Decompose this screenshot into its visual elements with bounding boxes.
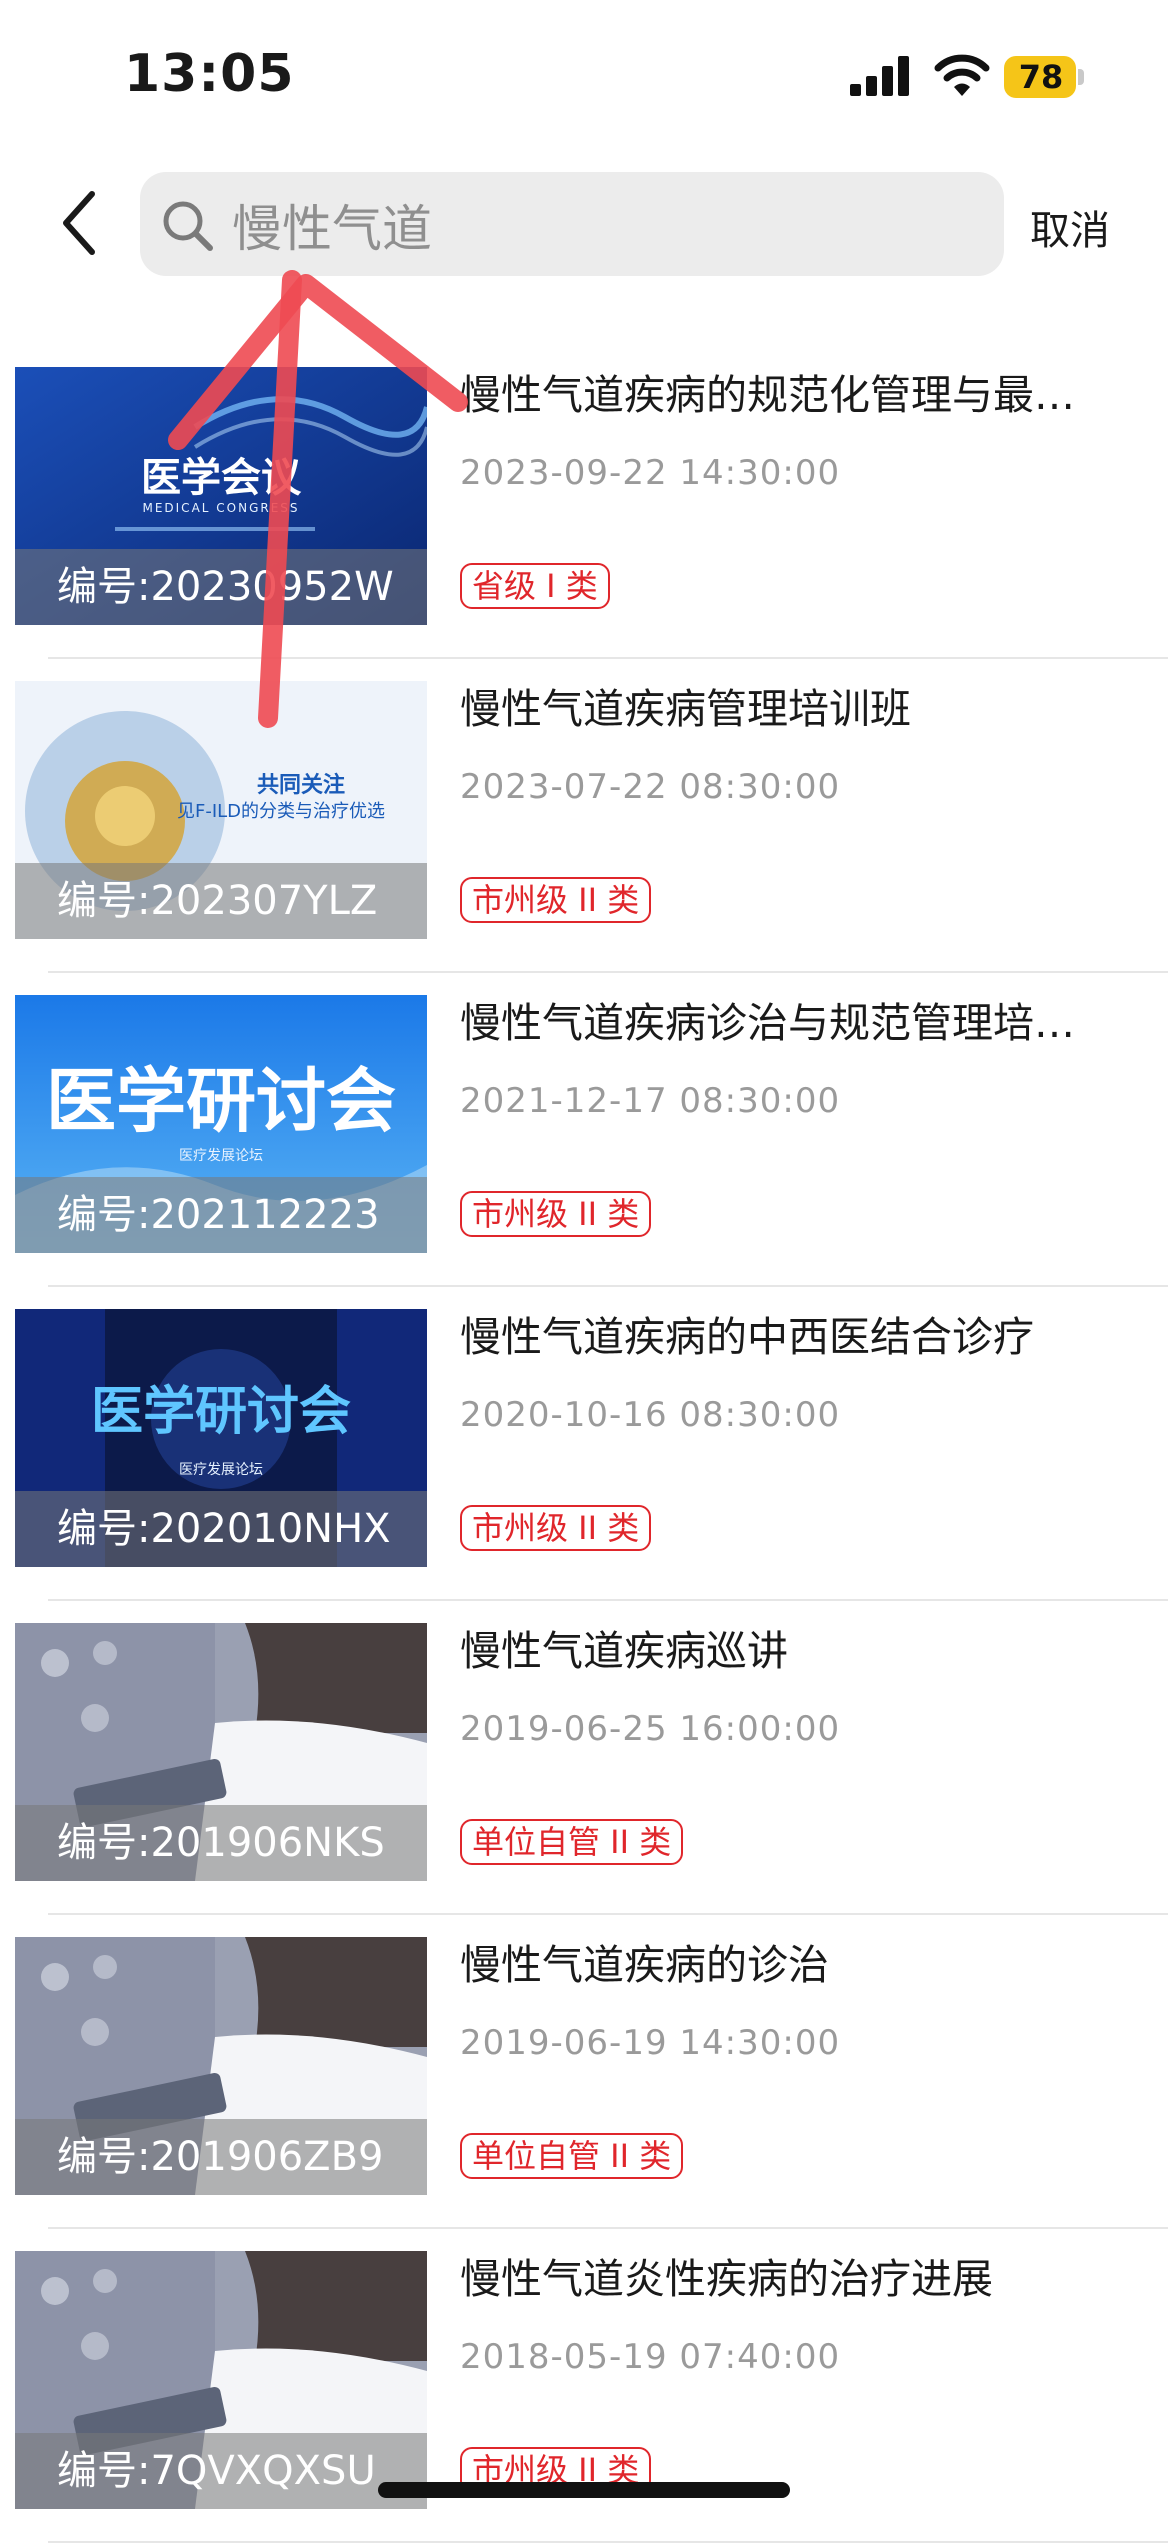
list-item[interactable]: 共同关注见F-ILD的分类与治疗优选编号:202307YLZ 慢性气道疾病管理培训… [0,659,1168,973]
status-bar: 13:05 78 [0,0,1168,150]
credit-level-badge: 市州级 II 类 [460,1191,652,1237]
item-title: 慢性气道疾病的诊治 [460,1941,829,1989]
item-date: 2019-06-19 14:30:00 [460,2023,841,2063]
search-icon [163,201,213,251]
item-thumbnail: 医学研讨会医疗发展论坛编号:202010NHX [15,1309,427,1567]
thumbnail-subheading: MEDICAL CONGRESS [142,501,300,515]
list-item[interactable]: 医学研讨会医疗发展论坛编号:202010NHX 慢性气道疾病的中西医结合诊疗 202… [0,1287,1168,1601]
wifi-icon [934,54,990,96]
item-date: 2018-05-19 07:40:00 [460,2337,841,2377]
item-code-label: 编号:201906ZB9 [15,2119,427,2195]
item-date: 2023-07-22 08:30:00 [460,767,841,807]
search-input[interactable] [230,186,974,264]
item-code-label: 编号:202112223 [15,1177,427,1253]
item-date: 2019-06-25 16:00:00 [460,1709,841,1749]
item-title: 慢性气道疾病的中西医结合诊疗 [460,1313,1034,1361]
thumbnail-subheading: 医疗发展论坛 [179,1462,263,1478]
thumbnail-heading: 医学研讨会 [90,1382,351,1442]
item-title: 慢性气道疾病巡讲 [460,1627,788,1675]
item-title: 慢性气道疾病的规范化管理与最… [460,371,1075,419]
item-thumbnail: 编号:7QVXQXSU [15,2251,427,2509]
status-time: 13:05 [124,44,295,104]
item-thumbnail: 医学会议 MEDICAL CONGRESS 编号:20230952W [15,367,427,625]
item-code-label: 编号:201906NKS [15,1805,427,1881]
item-date: 2020-10-16 08:30:00 [460,1395,841,1435]
item-date: 2023-09-22 14:30:00 [460,453,841,493]
item-thumbnail: 医学研讨会医疗发展论坛编号:202112223 [15,995,427,1253]
item-thumbnail: 共同关注见F-ILD的分类与治疗优选编号:202307YLZ [15,681,427,939]
credit-level-badge: 单位自管 II 类 [460,1819,684,1865]
item-code-label: 编号:7QVXQXSU [15,2433,427,2509]
home-indicator [378,2482,790,2498]
chevron-left-icon[interactable] [56,188,100,258]
thumbnail-subheading: 见F-ILD的分类与治疗优选 [176,801,386,822]
battery-level: 78 [1018,58,1064,96]
search-header: 取消 [0,160,1168,290]
search-box[interactable] [140,172,1004,276]
cancel-button[interactable]: 取消 [1030,198,1110,256]
thumbnail-heading: 医学研讨会 [46,1060,396,1142]
item-title: 慢性气道疾病诊治与规范管理培… [460,999,1075,1047]
item-thumbnail: 编号:201906NKS [15,1623,427,1881]
cellular-signal-icon [850,56,909,96]
list-item[interactable]: 医学研讨会医疗发展论坛编号:202112223 慢性气道疾病诊治与规范管理培… 20… [0,973,1168,1287]
item-code-label: 编号:202307YLZ [15,863,427,939]
item-code-label: 编号:20230952W [15,549,427,625]
credit-level-badge: 市州级 II 类 [460,1505,652,1551]
credit-level-badge: 单位自管 II 类 [460,2133,684,2179]
thumbnail-heading: 共同关注 [256,773,345,798]
battery-charging-icon: 78 [1004,56,1086,98]
item-title: 慢性气道炎性疾病的治疗进展 [460,2255,993,2303]
list-item[interactable]: 医学会议 MEDICAL CONGRESS 编号:20230952W 慢性气道疾病的规… [0,345,1168,659]
list-item[interactable]: 编号:201906ZB9 慢性气道疾病的诊治 2019-06-19 14:30:00… [0,1915,1168,2229]
thumbnail-subheading: 医疗发展论坛 [179,1148,263,1164]
credit-level-badge: 市州级 II 类 [460,877,652,923]
result-list: 医学会议 MEDICAL CONGRESS 编号:20230952W 慢性气道疾病的规… [0,345,1168,2543]
item-title: 慢性气道疾病管理培训班 [460,685,911,733]
item-code-label: 编号:202010NHX [15,1491,427,1567]
thumbnail-heading: 医学会议 [141,455,301,501]
item-thumbnail: 编号:201906ZB9 [15,1937,427,2195]
battery-tip [1078,69,1084,85]
item-date: 2021-12-17 08:30:00 [460,1081,841,1121]
credit-level-badge: 省级 I 类 [460,563,610,609]
list-item[interactable]: 编号:201906NKS 慢性气道疾病巡讲 2019-06-25 16:00:00 单… [0,1601,1168,1915]
